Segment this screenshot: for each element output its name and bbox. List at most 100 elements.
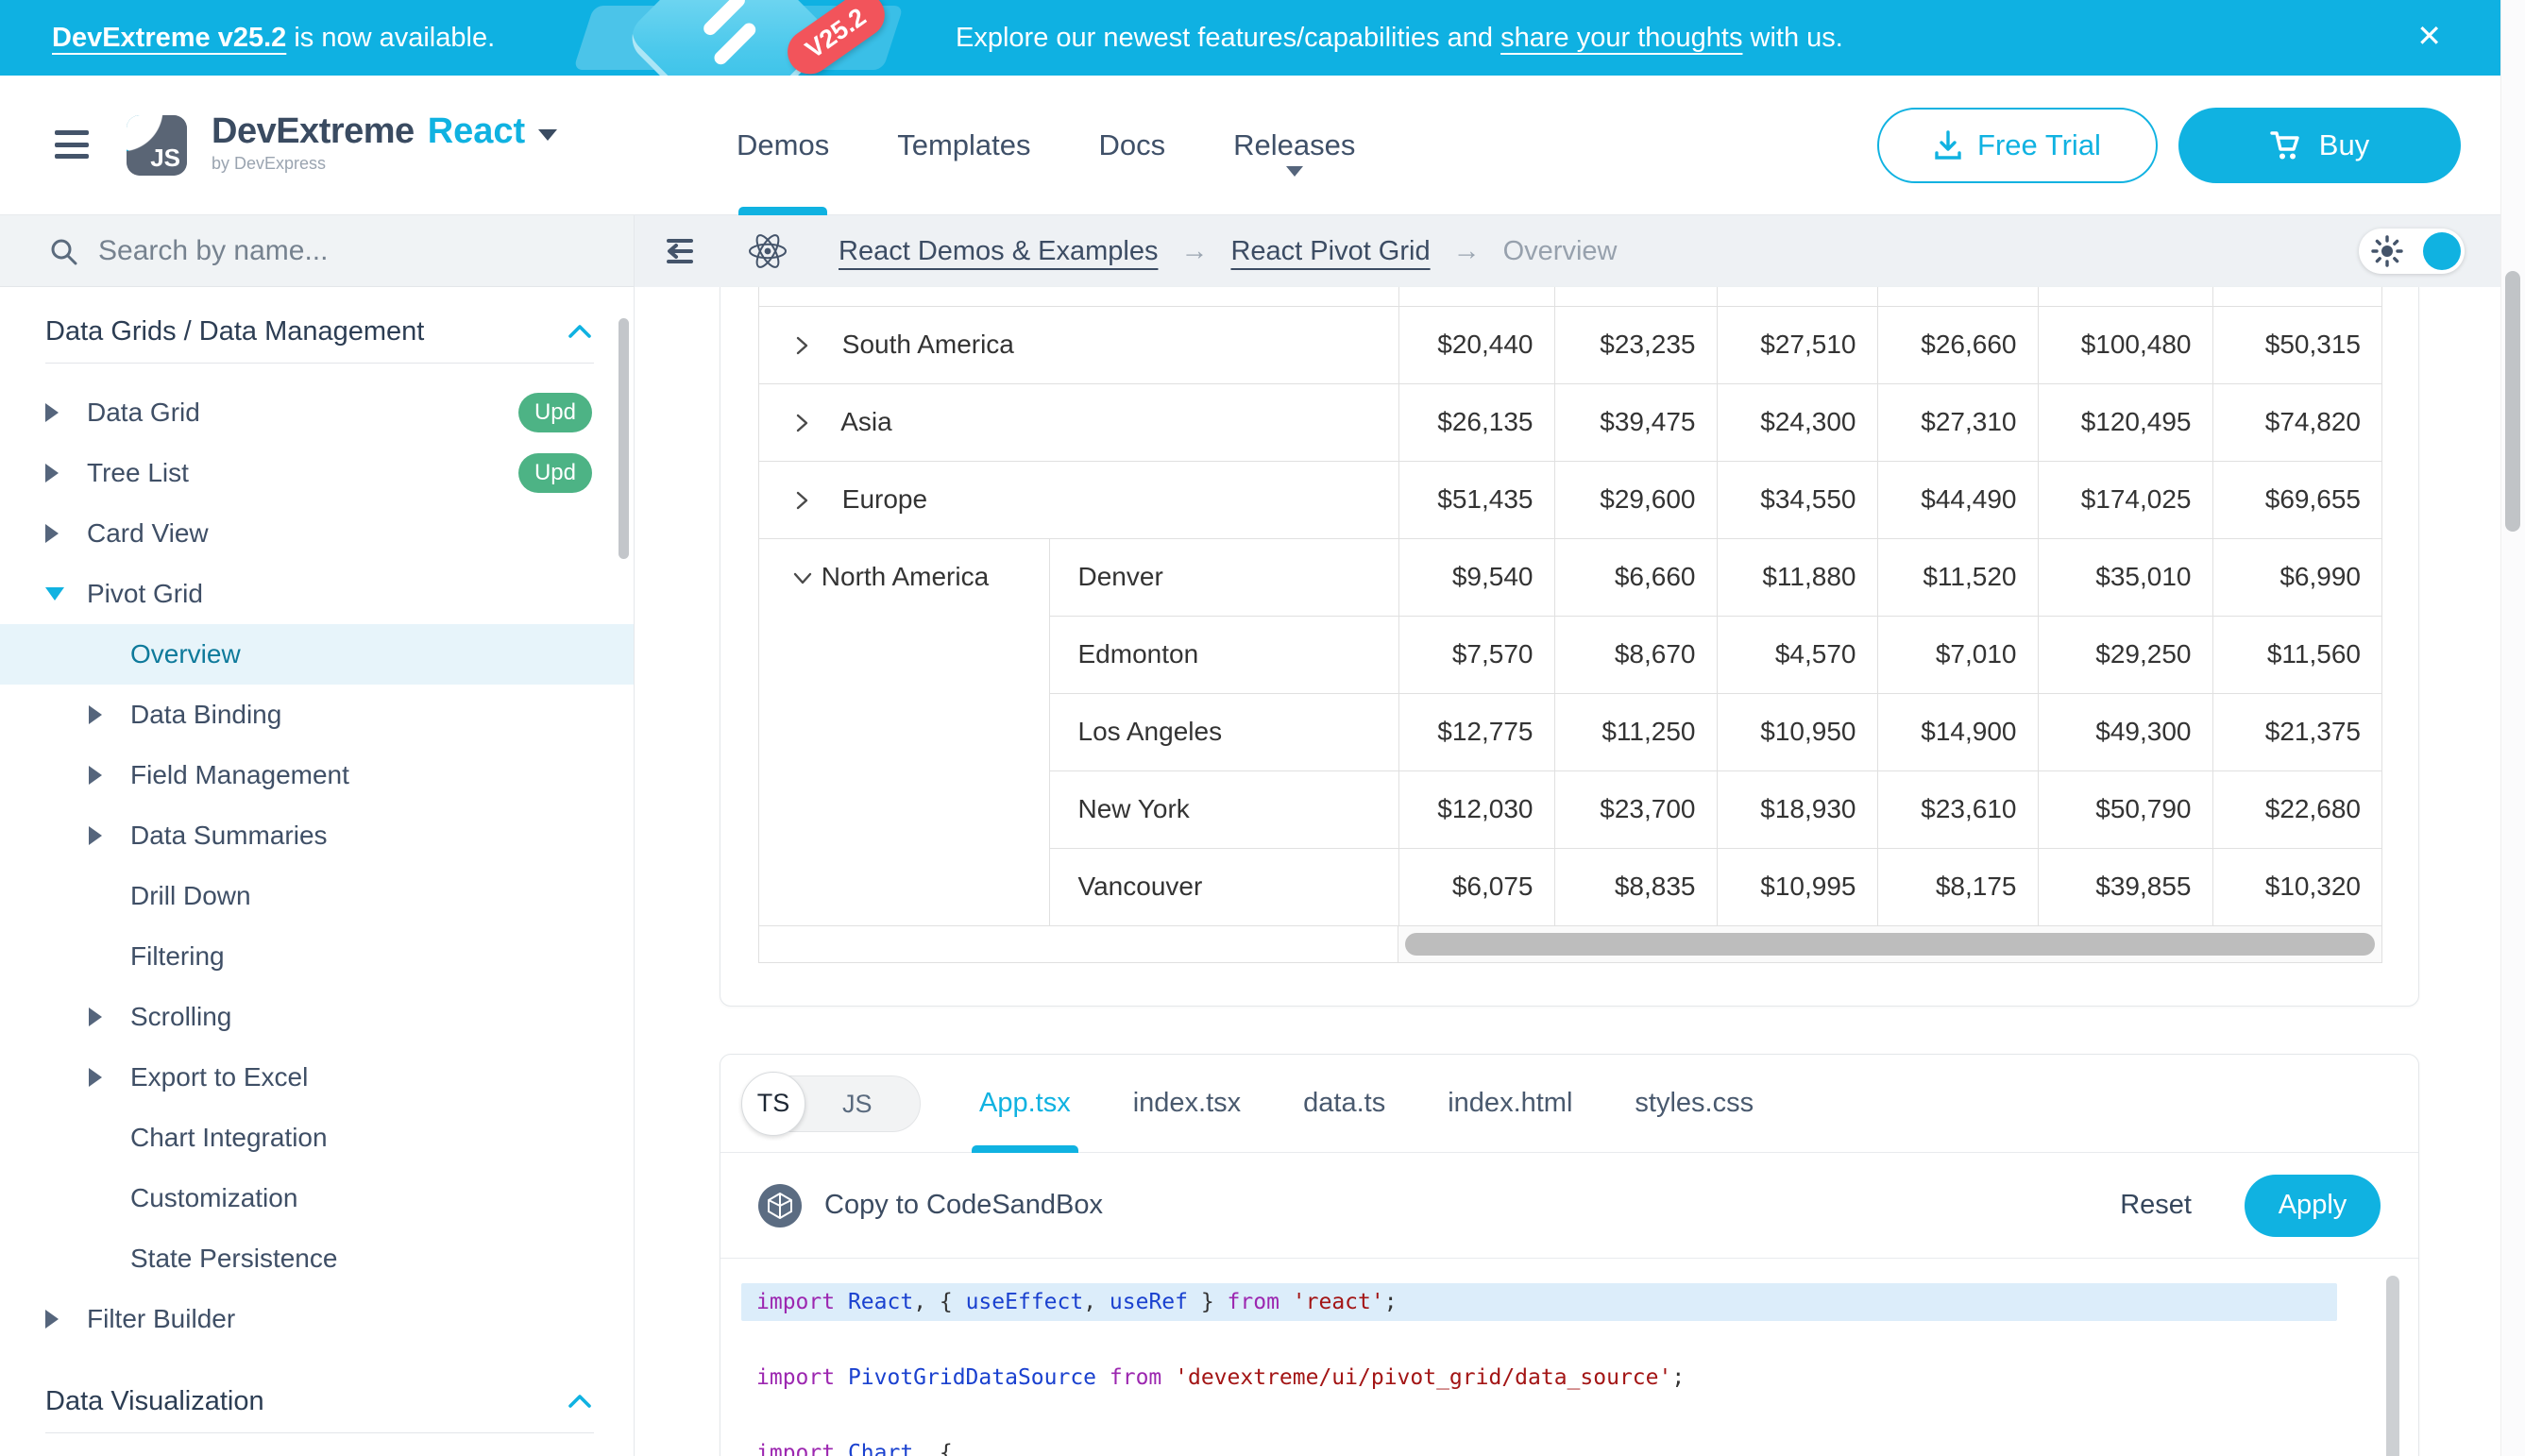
cell[interactable]: $8,175 <box>1877 848 2038 925</box>
cell[interactable]: $29,250 <box>2038 616 2212 693</box>
cell[interactable]: $26,135 <box>1398 383 1554 461</box>
cell[interactable]: $23,610 <box>1877 770 2038 848</box>
free-trial-button[interactable]: Free Trial <box>1877 108 2158 183</box>
cell[interactable]: $39,475 <box>1554 383 1717 461</box>
sidebar-item-field-management[interactable]: Field Management <box>0 745 634 805</box>
cell[interactable]: $7,010 <box>1877 616 2038 693</box>
cell[interactable]: $11,560 <box>2212 616 2381 693</box>
tab-index-tsx[interactable]: index.tsx <box>1133 1055 1241 1153</box>
cell[interactable]: $20,440 <box>1398 306 1554 383</box>
cell[interactable]: $44,490 <box>1877 461 2038 538</box>
pivot-hscrollbar-track[interactable] <box>1398 926 2381 962</box>
cell[interactable]: $11,520 <box>1877 538 2038 616</box>
cell[interactable]: $8,835 <box>1554 848 1717 925</box>
city-header[interactable]: Edmonton <box>1049 616 1398 693</box>
collapse-arrow-icon[interactable] <box>45 587 87 601</box>
page-scrollbar-thumb[interactable] <box>2505 271 2520 532</box>
expand-arrow-icon[interactable] <box>45 524 87 543</box>
section-data-visualization[interactable]: Data Visualization <box>0 1374 634 1429</box>
sidebar-item-filter-builder[interactable]: Filter Builder <box>0 1289 634 1349</box>
sidebar-scrollbar[interactable] <box>619 318 629 559</box>
cell[interactable]: $51,435 <box>1398 461 1554 538</box>
cell[interactable]: $11,880 <box>1717 538 1877 616</box>
framework-selector-label[interactable]: React <box>428 111 526 152</box>
city-header[interactable]: Denver <box>1049 538 1398 616</box>
cell[interactable]: $174,025 <box>2038 461 2212 538</box>
pivot-hscrollbar-thumb[interactable] <box>1405 933 2375 956</box>
cell[interactable]: $39,855 <box>2038 848 2212 925</box>
sidebar-item-data-binding[interactable]: Data Binding <box>0 685 634 745</box>
cell[interactable]: $23,700 <box>1554 770 1717 848</box>
city-header[interactable]: Los Angeles <box>1049 693 1398 770</box>
buy-button[interactable]: Buy <box>2178 108 2461 183</box>
cell[interactable]: $22,680 <box>2212 770 2381 848</box>
copy-to-codesandbox-label[interactable]: Copy to CodeSandBox <box>824 1190 1103 1221</box>
cell[interactable]: $6,660 <box>1554 538 1717 616</box>
nav-docs[interactable]: Docs <box>1099 76 1166 215</box>
language-option-js[interactable]: JS <box>842 1076 873 1133</box>
cell[interactable]: $26,660 <box>1877 306 2038 383</box>
sidebar-item-tree-list[interactable]: Tree List Upd <box>0 443 634 503</box>
cell[interactable]: $74,820 <box>2212 383 2381 461</box>
cell[interactable]: $12,030 <box>1398 770 1554 848</box>
nav-demos[interactable]: Demos <box>737 76 829 215</box>
cell[interactable]: $7,570 <box>1398 616 1554 693</box>
collapse-sidebar-icon[interactable] <box>663 236 697 266</box>
chevron-down-icon[interactable] <box>791 567 814 589</box>
language-toggle-knob-ts[interactable]: TS <box>741 1072 805 1136</box>
theme-toggle-knob[interactable] <box>2423 232 2461 270</box>
cell[interactable]: $50,790 <box>2038 770 2212 848</box>
chevron-right-icon[interactable] <box>791 412 812 434</box>
sidebar-item-state-persistence[interactable]: State Persistence <box>0 1228 634 1289</box>
city-header[interactable]: New York <box>1049 770 1398 848</box>
sidebar-item-pivot-grid[interactable]: Pivot Grid <box>0 564 634 624</box>
expand-arrow-icon[interactable] <box>45 1310 87 1329</box>
expand-arrow-icon[interactable] <box>89 1007 130 1026</box>
search-input[interactable] <box>98 235 634 267</box>
cell[interactable]: $4,570 <box>1717 616 1877 693</box>
row-header-north-america[interactable]: North America <box>759 538 1049 925</box>
section-data-grids[interactable]: Data Grids / Data Management <box>0 304 634 359</box>
cell[interactable]: $8,670 <box>1554 616 1717 693</box>
cell[interactable]: $14,900 <box>1877 693 2038 770</box>
cell[interactable]: $50,315 <box>2212 306 2381 383</box>
cell[interactable]: $12,775 <box>1398 693 1554 770</box>
row-header[interactable]: Asia <box>759 383 1398 461</box>
nav-releases[interactable]: Releases <box>1233 76 1355 215</box>
cell[interactable]: $6,990 <box>2212 538 2381 616</box>
expand-arrow-icon[interactable] <box>45 464 87 483</box>
sidebar-item-export-to-excel[interactable]: Export to Excel <box>0 1047 634 1108</box>
sidebar-item-customization[interactable]: Customization <box>0 1168 634 1228</box>
sidebar-item-scrolling[interactable]: Scrolling <box>0 987 634 1047</box>
cell[interactable]: $29,600 <box>1554 461 1717 538</box>
sidebar-item-data-grid[interactable]: Data Grid Upd <box>0 382 634 443</box>
expand-arrow-icon[interactable] <box>89 705 130 724</box>
expand-arrow-icon[interactable] <box>89 826 130 845</box>
cell[interactable]: $21,375 <box>2212 693 2381 770</box>
sidebar-item-filtering[interactable]: Filtering <box>0 926 634 987</box>
expand-arrow-icon[interactable] <box>45 403 87 422</box>
cell[interactable]: $10,995 <box>1717 848 1877 925</box>
page-scrollbar-track[interactable] <box>2500 0 2525 1456</box>
chevron-right-icon[interactable] <box>791 489 812 512</box>
city-header[interactable]: Vancouver <box>1049 848 1398 925</box>
language-toggle[interactable]: TS JS <box>743 1075 921 1132</box>
apply-button[interactable]: Apply <box>2245 1175 2381 1237</box>
tab-styles-css[interactable]: styles.css <box>1635 1055 1754 1153</box>
theme-toggle[interactable] <box>2359 229 2465 274</box>
cell[interactable]: $10,320 <box>2212 848 2381 925</box>
tab-app-tsx[interactable]: App.tsx <box>979 1055 1071 1153</box>
breadcrumb-demos-link[interactable]: React Demos & Examples <box>839 236 1158 267</box>
row-header[interactable]: South America <box>759 306 1398 383</box>
sidebar-item-overview[interactable]: Overview <box>0 624 634 685</box>
cell[interactable]: $69,655 <box>2212 461 2381 538</box>
brand-block[interactable]: DevExtreme React by DevExpress <box>212 111 557 174</box>
cell[interactable]: $34,550 <box>1717 461 1877 538</box>
cell[interactable]: $18,930 <box>1717 770 1877 848</box>
hamburger-menu-icon[interactable] <box>55 130 89 159</box>
chevron-right-icon[interactable] <box>791 334 812 357</box>
breadcrumb-pivot-grid-link[interactable]: React Pivot Grid <box>1230 236 1430 267</box>
banner-close-icon[interactable]: ✕ <box>2416 21 2442 51</box>
cell[interactable]: $11,250 <box>1554 693 1717 770</box>
tab-data-ts[interactable]: data.ts <box>1303 1055 1385 1153</box>
